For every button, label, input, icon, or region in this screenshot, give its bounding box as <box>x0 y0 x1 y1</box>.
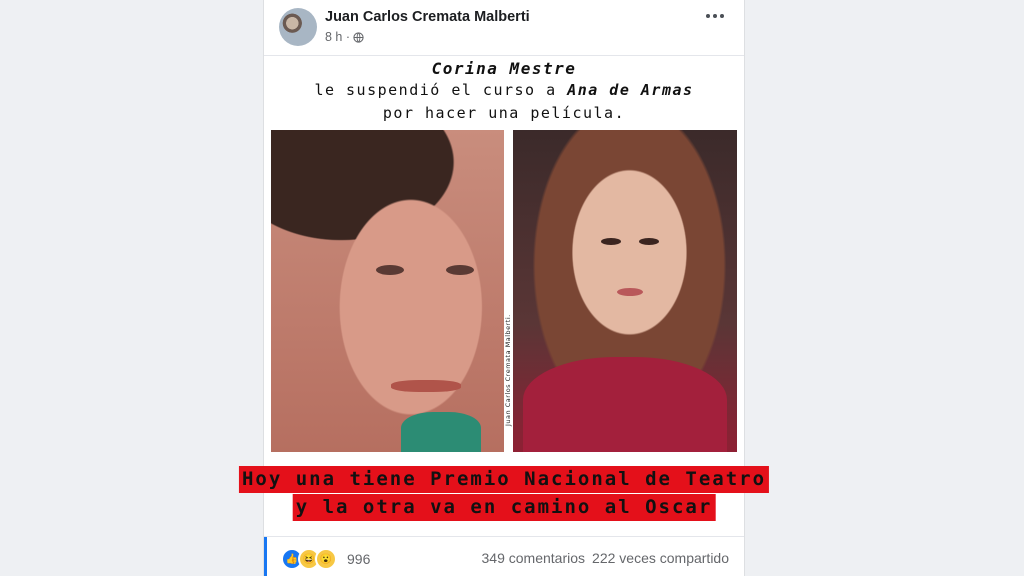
portrait-eye <box>639 238 659 245</box>
caption-line1: Hoy una tiene Premio Nacional de Teatro <box>238 466 770 493</box>
engagement-stats: 349 comentarios 222 veces compartido <box>482 550 729 566</box>
globe-icon <box>353 31 364 43</box>
photo-left-portrait <box>271 130 504 452</box>
reactions-summary[interactable]: 👍 😆 😮 996 <box>281 548 370 570</box>
author-avatar[interactable] <box>279 8 317 46</box>
post-image[interactable]: Corina Mestre le suspendió el curso a An… <box>238 56 770 536</box>
portrait-collar <box>401 412 481 452</box>
wow-icon: 😮 <box>315 548 337 570</box>
portrait-eye <box>376 265 404 275</box>
footer-divider <box>264 536 744 537</box>
portrait-eye <box>446 265 474 275</box>
portrait-lips <box>617 288 643 296</box>
focus-edge <box>264 537 267 576</box>
headline-line2-name: Ana de Armas <box>567 81 694 99</box>
headline-line2-text: le suspendió el curso a <box>314 81 568 99</box>
portrait-eye <box>601 238 621 245</box>
portrait-mouth <box>391 380 461 392</box>
post-time[interactable]: 8 h · <box>325 30 350 44</box>
post-card: Juan Carlos Cremata Malberti 8 h · Corin… <box>238 0 770 576</box>
portrait-dress <box>523 357 727 452</box>
author-name[interactable]: Juan Carlos Cremata Malberti <box>325 9 530 25</box>
headline-line3: por hacer una película. <box>382 104 626 122</box>
headline-line1: Corina Mestre <box>431 59 577 78</box>
headline-line2: le suspendió el curso a Ana de Armas <box>264 81 744 99</box>
more-options-icon[interactable] <box>706 14 724 18</box>
caption-line2: y la otra va en camino al Oscar <box>292 494 716 521</box>
reaction-count[interactable]: 996 <box>347 551 370 567</box>
post-meta: 8 h · <box>325 30 364 44</box>
shares-count[interactable]: 222 veces compartido <box>592 550 729 566</box>
comments-count[interactable]: 349 comentarios <box>482 550 586 566</box>
photo-right-portrait <box>513 130 737 452</box>
image-watermark: Juan Carlos Cremata Malberti. <box>504 314 512 426</box>
